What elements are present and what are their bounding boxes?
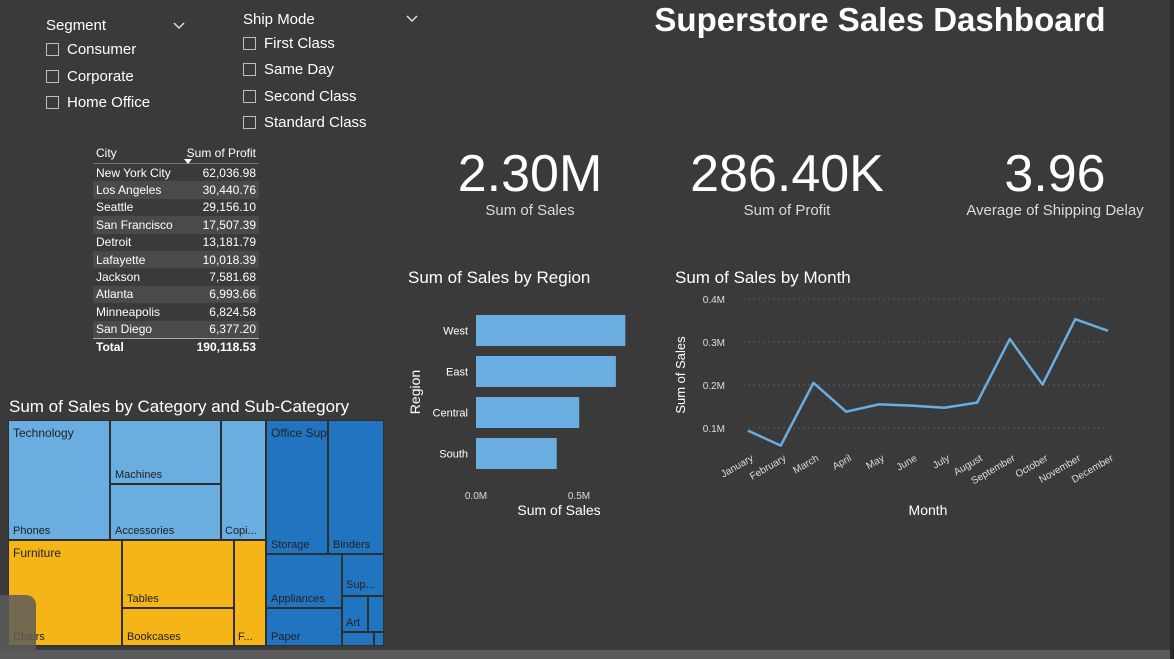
kpi-value: 2.30M xyxy=(457,145,603,203)
segment-option-corporate[interactable]: Corporate xyxy=(46,66,134,86)
horizontal-scrollbar[interactable] xyxy=(0,650,1174,659)
treemap-cell-machines[interactable]: Machines xyxy=(110,420,221,484)
treemap-cell-art[interactable]: Art xyxy=(342,596,368,632)
shipmode-option-standard-class[interactable]: Standard Class xyxy=(243,112,367,132)
y-axis-label: Region xyxy=(407,370,423,414)
treemap-cell-binders[interactable]: Binders xyxy=(328,420,384,554)
treemap-cell-paper[interactable]: Paper xyxy=(266,608,342,646)
segment-option-consumer[interactable]: Consumer xyxy=(46,39,136,59)
table-row[interactable]: Detroit 13,181.79 xyxy=(93,234,259,251)
y-tick-label: West xyxy=(443,326,468,338)
table-row[interactable]: San Diego 6,377.20 xyxy=(93,320,259,338)
column-header-sum-of-profit[interactable]: Sum of Profit xyxy=(181,146,259,160)
treemap-cell-small[interactable] xyxy=(368,596,384,632)
table-total-row: Total 190,118.53 xyxy=(93,337,259,356)
x-axis-label: Month xyxy=(909,502,948,518)
shipmode-slicer: Ship Mode First Class Same Day Second Cl… xyxy=(243,8,423,138)
kpi-label: Sum of Sales xyxy=(485,202,575,219)
shipmode-slicer-title: Ship Mode xyxy=(243,11,315,28)
bar xyxy=(476,315,626,346)
kpi-card-shipping-delay: 3.96 Average of Shipping Delay xyxy=(940,146,1170,219)
dashboard-title: Superstore Sales Dashboard xyxy=(654,1,1106,38)
treemap-cell-bookcases[interactable]: Bookcases xyxy=(122,608,234,646)
checkbox[interactable] xyxy=(46,95,59,109)
x-tick-label: 0.5M xyxy=(568,491,590,502)
segment-option-home-office[interactable]: Home Office xyxy=(46,92,150,112)
x-tick-label: June xyxy=(895,453,920,474)
table-row[interactable]: Lafayette 10,018.39 xyxy=(93,250,259,269)
checkbox[interactable] xyxy=(46,69,59,83)
kpi-card-sales: 2.30M Sum of Sales xyxy=(430,146,630,219)
x-axis-label: Sum of Sales xyxy=(517,502,600,518)
checkbox[interactable] xyxy=(243,115,256,129)
checkbox[interactable] xyxy=(243,89,256,103)
treemap-cell-furnishings[interactable]: F... xyxy=(234,540,266,646)
table-row[interactable]: Atlanta 6,993.66 xyxy=(93,285,259,304)
shipmode-option-first-class[interactable]: First Class xyxy=(243,33,335,53)
kpi-value: 286.40K xyxy=(690,145,884,203)
shipmode-option-same-day[interactable]: Same Day xyxy=(243,59,334,79)
bar xyxy=(476,356,616,387)
y-tick-label: Central xyxy=(433,408,468,420)
sort-descending-icon xyxy=(184,159,192,164)
treemap-cell-supplies[interactable]: Sup... xyxy=(342,554,384,596)
treemap-cell-small[interactable] xyxy=(342,632,374,646)
category-treemap: Technology Phones Machines Accessories C… xyxy=(8,420,384,646)
y-axis-label: Sum of Sales xyxy=(673,336,688,414)
series-line xyxy=(747,317,1109,447)
table-header: City Sum of Profit xyxy=(93,143,259,164)
y-tick-label: 0.4M xyxy=(703,295,725,306)
window-edge xyxy=(1170,0,1174,659)
city-profit-table: City Sum of Profit New York City 62,036.9… xyxy=(93,143,259,356)
x-tick-label: 0.0M xyxy=(465,491,487,502)
treemap-title: Sum of Sales by Category and Sub-Categor… xyxy=(9,397,350,416)
month-chart-title: Sum of Sales by Month xyxy=(675,268,851,287)
y-tick-label: 0.2M xyxy=(703,381,725,392)
chevron-down-icon[interactable] xyxy=(172,21,186,31)
segment-slicer: Segment Consumer Corporate Home Office xyxy=(46,14,196,114)
y-tick-label: South xyxy=(439,449,468,461)
x-tick-label: May xyxy=(865,453,887,472)
table-row[interactable]: Minneapolis 6,824.58 xyxy=(93,303,259,320)
treemap-cell-storage[interactable]: Office Supplies Storage xyxy=(266,420,352,554)
shipmode-option-second-class[interactable]: Second Class xyxy=(243,86,357,106)
column-header-city[interactable]: City xyxy=(93,146,181,160)
month-line-chart: 0.1M0.2M0.3M0.4MJanuaryFebruary March Apri… xyxy=(673,295,1116,518)
x-tick-label: February xyxy=(748,453,788,483)
treemap-category-label: Furniture xyxy=(13,546,62,560)
bar xyxy=(476,397,580,428)
treemap-cell-accessories[interactable]: Accessories xyxy=(110,484,221,540)
kpi-label: Sum of Profit xyxy=(743,202,831,219)
y-tick-label: 0.3M xyxy=(703,338,725,349)
table-row[interactable]: New York City 62,036.98 xyxy=(93,164,259,181)
x-tick-label: July xyxy=(931,453,952,471)
x-tick-label: April xyxy=(831,453,854,473)
treemap-category-label: Technology xyxy=(13,426,74,440)
kpi-card-profit: 286.40K Sum of Profit xyxy=(672,146,902,219)
table-row[interactable]: San Francisco 17,507.39 xyxy=(93,216,259,234)
kpi-value: 3.96 xyxy=(1004,145,1106,203)
treemap-cell-small[interactable] xyxy=(374,632,384,646)
kpi-label: Average of Shipping Delay xyxy=(966,202,1144,219)
checkbox[interactable] xyxy=(243,62,256,76)
y-tick-label: 0.1M xyxy=(703,424,725,435)
region-chart-title: Sum of Sales by Region xyxy=(408,268,591,287)
treemap-cell-appliances[interactable]: Appliances xyxy=(266,554,342,608)
region-bar-chart: West East Central South 0.0M 0.5MSum of Sales… xyxy=(407,315,626,518)
segment-slicer-title: Segment xyxy=(46,17,107,34)
table-row[interactable]: Jackson 7,581.68 xyxy=(93,268,259,285)
table-row[interactable]: Los Angeles 30,440.76 xyxy=(93,181,259,199)
checkbox[interactable] xyxy=(46,42,59,56)
treemap-cell-copiers[interactable]: Copi... xyxy=(221,420,266,540)
x-tick-label: March xyxy=(791,453,821,476)
chevron-down-icon[interactable] xyxy=(405,14,419,24)
bar xyxy=(476,438,557,469)
treemap-cell-tables[interactable]: Tables xyxy=(122,540,234,608)
y-tick-label: East xyxy=(446,367,468,379)
back-button[interactable] xyxy=(0,595,36,657)
treemap-cell-phones[interactable]: Technology Phones xyxy=(8,420,110,540)
checkbox[interactable] xyxy=(243,36,256,50)
table-row[interactable]: Seattle 29,156.10 xyxy=(93,199,259,216)
